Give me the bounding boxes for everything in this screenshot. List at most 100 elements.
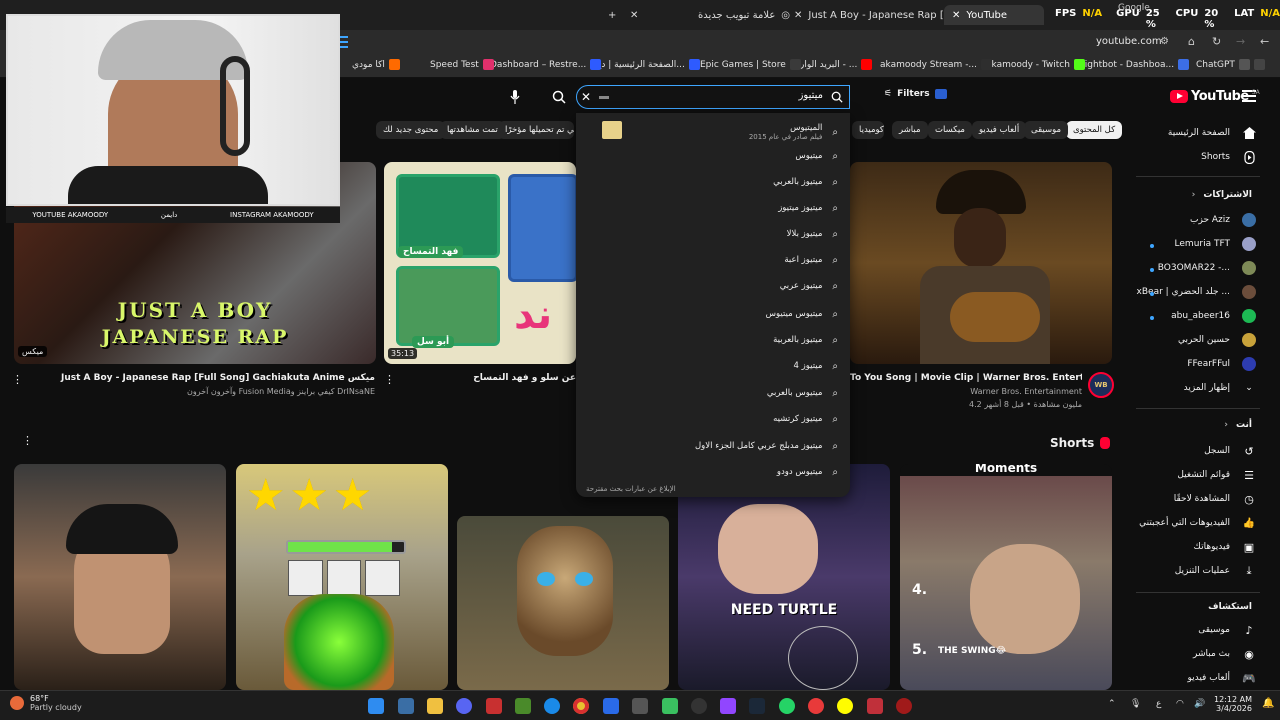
- channel-avatar[interactable]: WB: [1088, 372, 1114, 398]
- chip-recent[interactable]: ات التي تم تحميلها مؤخرًا: [498, 121, 574, 139]
- sidebar-item-games[interactable]: ألعاب فيديو 🎮: [1126, 667, 1256, 689]
- voice-search-icon[interactable]: [506, 88, 524, 106]
- obs-icon[interactable]: [691, 698, 707, 714]
- bookmark-twitch[interactable]: akamoody - Twitch: [986, 59, 1085, 70]
- sidebar-item-playlists[interactable]: قوائم التشغيل ☰: [1126, 464, 1256, 486]
- suggestion-item[interactable]: ميتيوز بلالا ⌕: [787, 221, 838, 247]
- edge-icon[interactable]: [544, 698, 560, 714]
- suggestion-item[interactable]: ميتيوز بالعربي ⌕: [773, 169, 838, 195]
- sidebar-sub[interactable]: abu_abeer16: [1126, 305, 1256, 327]
- suggestion-item[interactable]: ميتيوز ميتيوز ⌕: [778, 195, 838, 221]
- app-icon[interactable]: [486, 698, 502, 714]
- app-icon[interactable]: [808, 698, 824, 714]
- short-thumbnail[interactable]: [14, 464, 226, 690]
- bookmark-akamoody-stream[interactable]: akamoody Stream -...: [880, 59, 993, 70]
- video-title[interactable]: عن سلو و فهد التمساح: [400, 373, 576, 383]
- tune-icon[interactable]: ⚙: [1160, 36, 1169, 47]
- sidebar-item-your-videos[interactable]: فيديوهاتك ▣: [1126, 536, 1256, 558]
- whatsapp-icon[interactable]: [779, 698, 795, 714]
- weather-widget[interactable]: 68°F Partly cloudy: [10, 694, 82, 712]
- sidebar-item-liked[interactable]: الفيديوهات التي أعجبتني 👍: [1126, 512, 1256, 534]
- bookmark-home-ar[interactable]: الصفحة الرئيسية | دع...: [596, 59, 700, 70]
- sidebar-item-home[interactable]: الصفحة الرئيسية: [1126, 122, 1256, 144]
- app-icon[interactable]: [867, 698, 883, 714]
- address-bar[interactable]: youtube.com: [1096, 36, 1162, 47]
- search-input[interactable]: ✕ ميتيوز: [576, 85, 850, 109]
- video-thumbnail[interactable]: فهد التمساح أبو سل ند 35:13: [384, 162, 576, 364]
- report-suggestions-link[interactable]: الإبلاغ عن عبارات بحث مقترحة: [586, 485, 676, 493]
- suggestion-item[interactable]: ميتيوس ⌕: [795, 143, 838, 169]
- chip-watched[interactable]: تمت مشاهدتها: [440, 121, 505, 139]
- chip-music[interactable]: موسيقى: [1024, 121, 1069, 139]
- tray-chevron-icon[interactable]: ⌃: [1108, 699, 1116, 709]
- chip-games[interactable]: ألعاب فيديو: [972, 121, 1027, 139]
- mic-icon[interactable]: 🎙: [1130, 699, 1141, 709]
- sidebar-item-music[interactable]: موسيقى ♪: [1126, 619, 1256, 641]
- sidebar-item-downloads[interactable]: عمليات التنزيل ⤓: [1126, 560, 1256, 582]
- clear-search-icon[interactable]: ✕: [581, 90, 591, 104]
- notification-icon[interactable]: 🔔: [1262, 698, 1274, 709]
- more-options-icon[interactable]: ⋮: [12, 373, 23, 386]
- language-indicator[interactable]: ع: [1156, 699, 1161, 709]
- video-channel[interactable]: وآخرون آخرون Fusion Mediaكيفي براينز و D…: [30, 387, 375, 396]
- bookmark-inbox[interactable]: البريد الوارد - ...: [796, 59, 873, 70]
- sidebar-item-watch-later[interactable]: المشاهدة لاحقًا ◷: [1126, 488, 1256, 510]
- tab-close-icon[interactable]: ✕: [622, 5, 646, 25]
- bookmark-epic[interactable]: Epic Games | Store: [700, 59, 801, 70]
- short-thumbnail[interactable]: NEED TURTLE: [678, 464, 890, 690]
- volume-icon[interactable]: 🔊: [1194, 699, 1205, 709]
- suggestion-item[interactable]: ميتيوز عربي ⌕: [780, 273, 838, 299]
- short-thumbnail[interactable]: Moments 4. 5. THE SWING😂: [900, 464, 1112, 690]
- app-icon[interactable]: [603, 698, 619, 714]
- more-options-icon[interactable]: ⋮: [22, 434, 33, 447]
- google-tab-label[interactable]: Google: [1118, 3, 1150, 13]
- suggestion-item[interactable]: ميتيوس ميتيوس ⌕: [766, 301, 838, 327]
- bookmark-more[interactable]: [1254, 59, 1265, 70]
- suggestion-item[interactable]: ميتيوز 4 ⌕: [794, 353, 838, 379]
- suggestion-item[interactable]: ميتيوز اعبة ⌕: [784, 247, 838, 273]
- bookmark-nightbot[interactable]: Nightbot - Dashboa...: [1078, 59, 1190, 70]
- bookmark-chatgpt[interactable]: ChatGPT: [1196, 59, 1250, 70]
- steam-icon[interactable]: [749, 698, 765, 714]
- close-icon[interactable]: ✕: [952, 10, 960, 21]
- filters-button[interactable]: ⚟ Filters: [884, 89, 947, 99]
- video-title[interactable]: To You Song | Movie Clip | Warner Bros. …: [850, 373, 1082, 383]
- close-icon[interactable]: ✕: [794, 10, 802, 21]
- sidebar-item-shorts[interactable]: Shorts: [1126, 146, 1256, 168]
- subs-heading[interactable]: › الاشتراكات: [1192, 190, 1252, 200]
- chrome-icon[interactable]: [573, 698, 589, 714]
- suggestion-item[interactable]: ميتيوز مدبلج عربي كامل الجزء الاول ⌕: [695, 433, 838, 459]
- bookmark-restream[interactable]: Dashboard – Restre...: [490, 59, 602, 70]
- suggestion-item[interactable]: ميتيوز بالعربية ⌕: [773, 327, 838, 353]
- back-icon[interactable]: ←: [1260, 35, 1269, 48]
- suggestion-item[interactable]: ميتيوس دودو ⌕: [777, 459, 838, 485]
- video-thumbnail[interactable]: [850, 162, 1112, 364]
- snapchat-icon[interactable]: [837, 698, 853, 714]
- bookmark-speedtest[interactable]: Speed Test: [430, 59, 494, 70]
- sidebar-sub[interactable]: Lemuria TFT: [1126, 233, 1256, 255]
- clock[interactable]: 12:12 AM 3/4/2026: [1214, 695, 1252, 713]
- tab-new-tab[interactable]: علامة تبويب جديدة ◎: [690, 5, 798, 25]
- sidebar-sub[interactable]: BO3OMAR22 -...: [1126, 257, 1256, 279]
- sidebar-sub[interactable]: حزب Aziz: [1126, 209, 1256, 231]
- suggestion-item[interactable]: ميتيوز كرتشيه ⌕: [773, 406, 838, 432]
- home-icon[interactable]: ⌂: [1188, 35, 1195, 48]
- sidebar-sub[interactable]: FFearFFul: [1126, 353, 1256, 375]
- taskview-icon[interactable]: [398, 698, 414, 714]
- new-tab-button[interactable]: +: [600, 5, 624, 25]
- discord-icon[interactable]: [456, 698, 472, 714]
- search-button[interactable]: [546, 86, 572, 108]
- chip-all[interactable]: كل المحتوى: [1066, 121, 1123, 139]
- file-explorer-icon[interactable]: [427, 698, 443, 714]
- minecraft-icon[interactable]: [515, 698, 531, 714]
- sidebar-sub[interactable]: xBear | جلد الحضري ...: [1126, 281, 1256, 303]
- sidebar-sub[interactable]: حسين الحربي: [1126, 329, 1256, 351]
- app-icon[interactable]: [896, 698, 912, 714]
- chip-mixes[interactable]: ميكسات: [928, 121, 972, 139]
- more-options-icon[interactable]: ⋮: [384, 373, 395, 386]
- short-thumbnail[interactable]: [457, 516, 669, 690]
- bookmark-akamoody[interactable]: اكا مودي: [352, 59, 400, 70]
- keyboard-icon[interactable]: [599, 96, 609, 99]
- tab-youtube[interactable]: ✕ YouTube: [944, 5, 1044, 25]
- forward-icon[interactable]: →: [1236, 35, 1245, 48]
